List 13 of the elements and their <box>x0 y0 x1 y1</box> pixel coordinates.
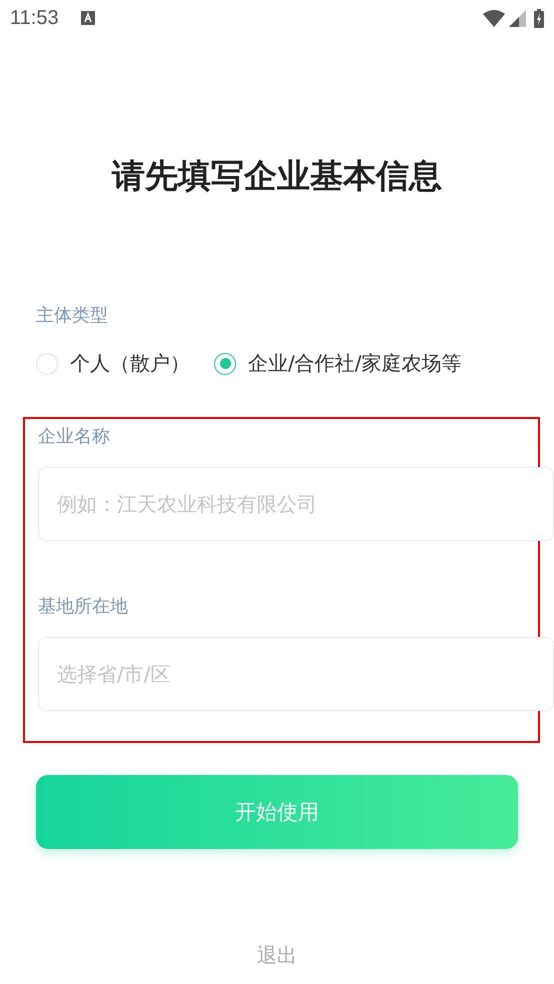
input-field[interactable]: 例如：江天农业科技有限公司 <box>38 467 554 541</box>
page-title: 请先填写企业基本信息 <box>110 156 443 196</box>
notification-icon <box>80 11 95 25</box>
field-label: 基地所在地 <box>38 595 129 619</box>
field-label: 企业名称 <box>38 425 111 449</box>
wifi-icon <box>483 10 505 26</box>
radio-option[interactable]: 个人（散户） <box>36 350 190 377</box>
battery-icon <box>534 8 544 28</box>
field-label: 主体类型 <box>36 304 109 328</box>
input-field[interactable]: 选择省/市/区 <box>38 637 554 711</box>
radio-option[interactable]: 企业/合作社/家庭农场等 <box>214 350 462 377</box>
clock: 11:53 <box>10 6 59 30</box>
signal-icon <box>509 10 526 26</box>
